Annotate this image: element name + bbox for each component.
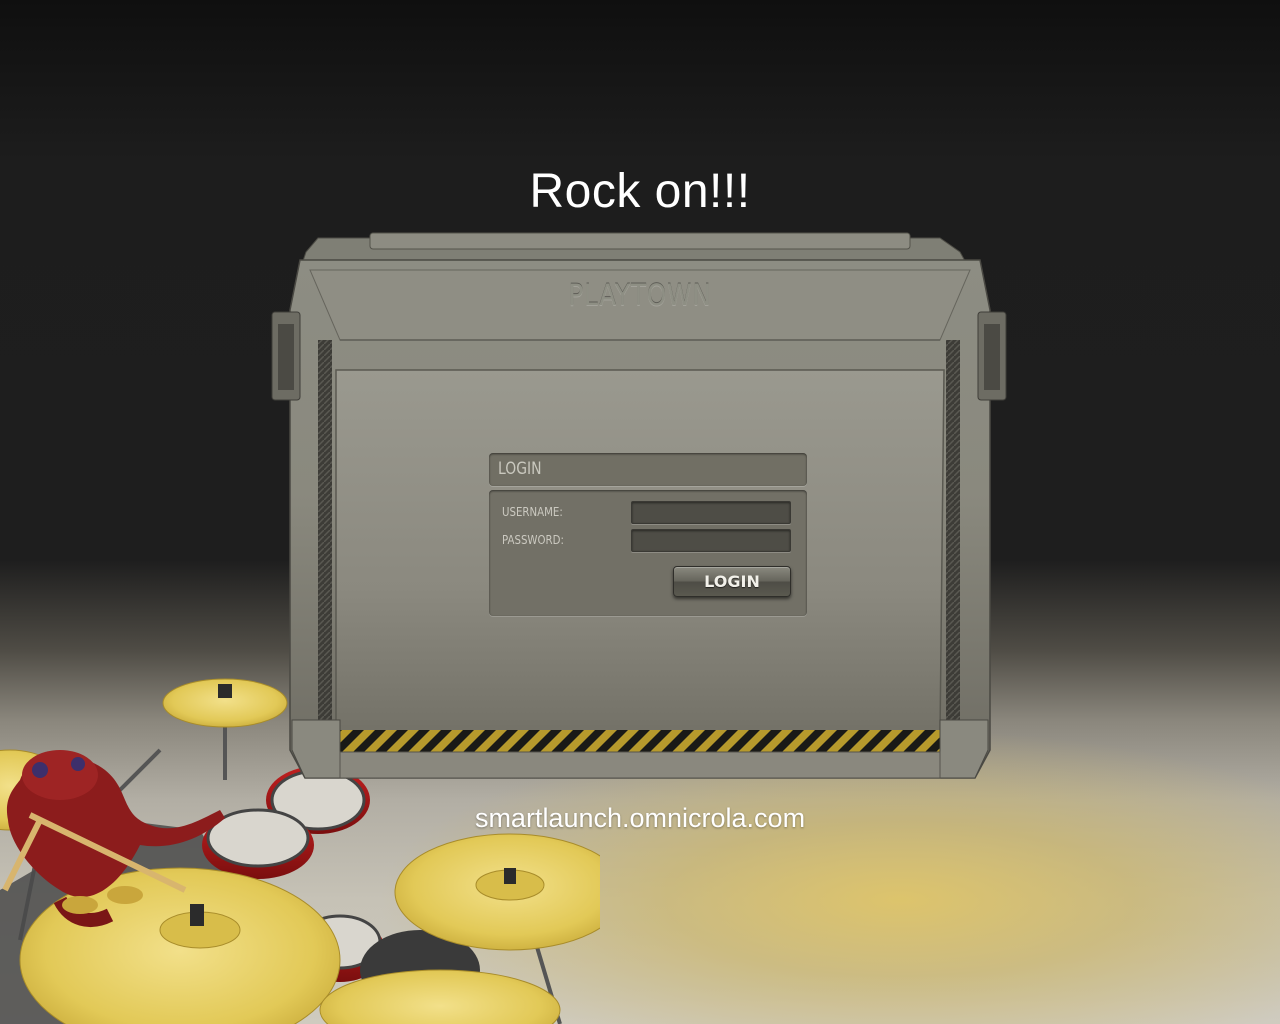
side-handle	[977, 311, 1007, 401]
footer-url: smartlaunch.omnicrola.com	[474, 803, 806, 833]
login-form: USERNAME: PASSWORD: LOGIN	[489, 490, 807, 616]
brand-logo: PLAYTOWN	[568, 278, 712, 312]
login-button[interactable]: LOGIN	[673, 566, 791, 597]
login-title: LOGIN	[498, 459, 542, 479]
headline: Rock on!!!	[529, 165, 751, 218]
password-label: PASSWORD:	[502, 533, 564, 547]
login-header: LOGIN	[489, 453, 807, 486]
password-input[interactable]	[631, 529, 791, 552]
hazard-stripe	[336, 730, 940, 752]
side-tread-right	[946, 340, 960, 740]
side-tread-left	[318, 340, 332, 740]
username-label: USERNAME:	[502, 505, 563, 519]
username-input[interactable]	[631, 501, 791, 524]
side-handle	[271, 311, 301, 401]
